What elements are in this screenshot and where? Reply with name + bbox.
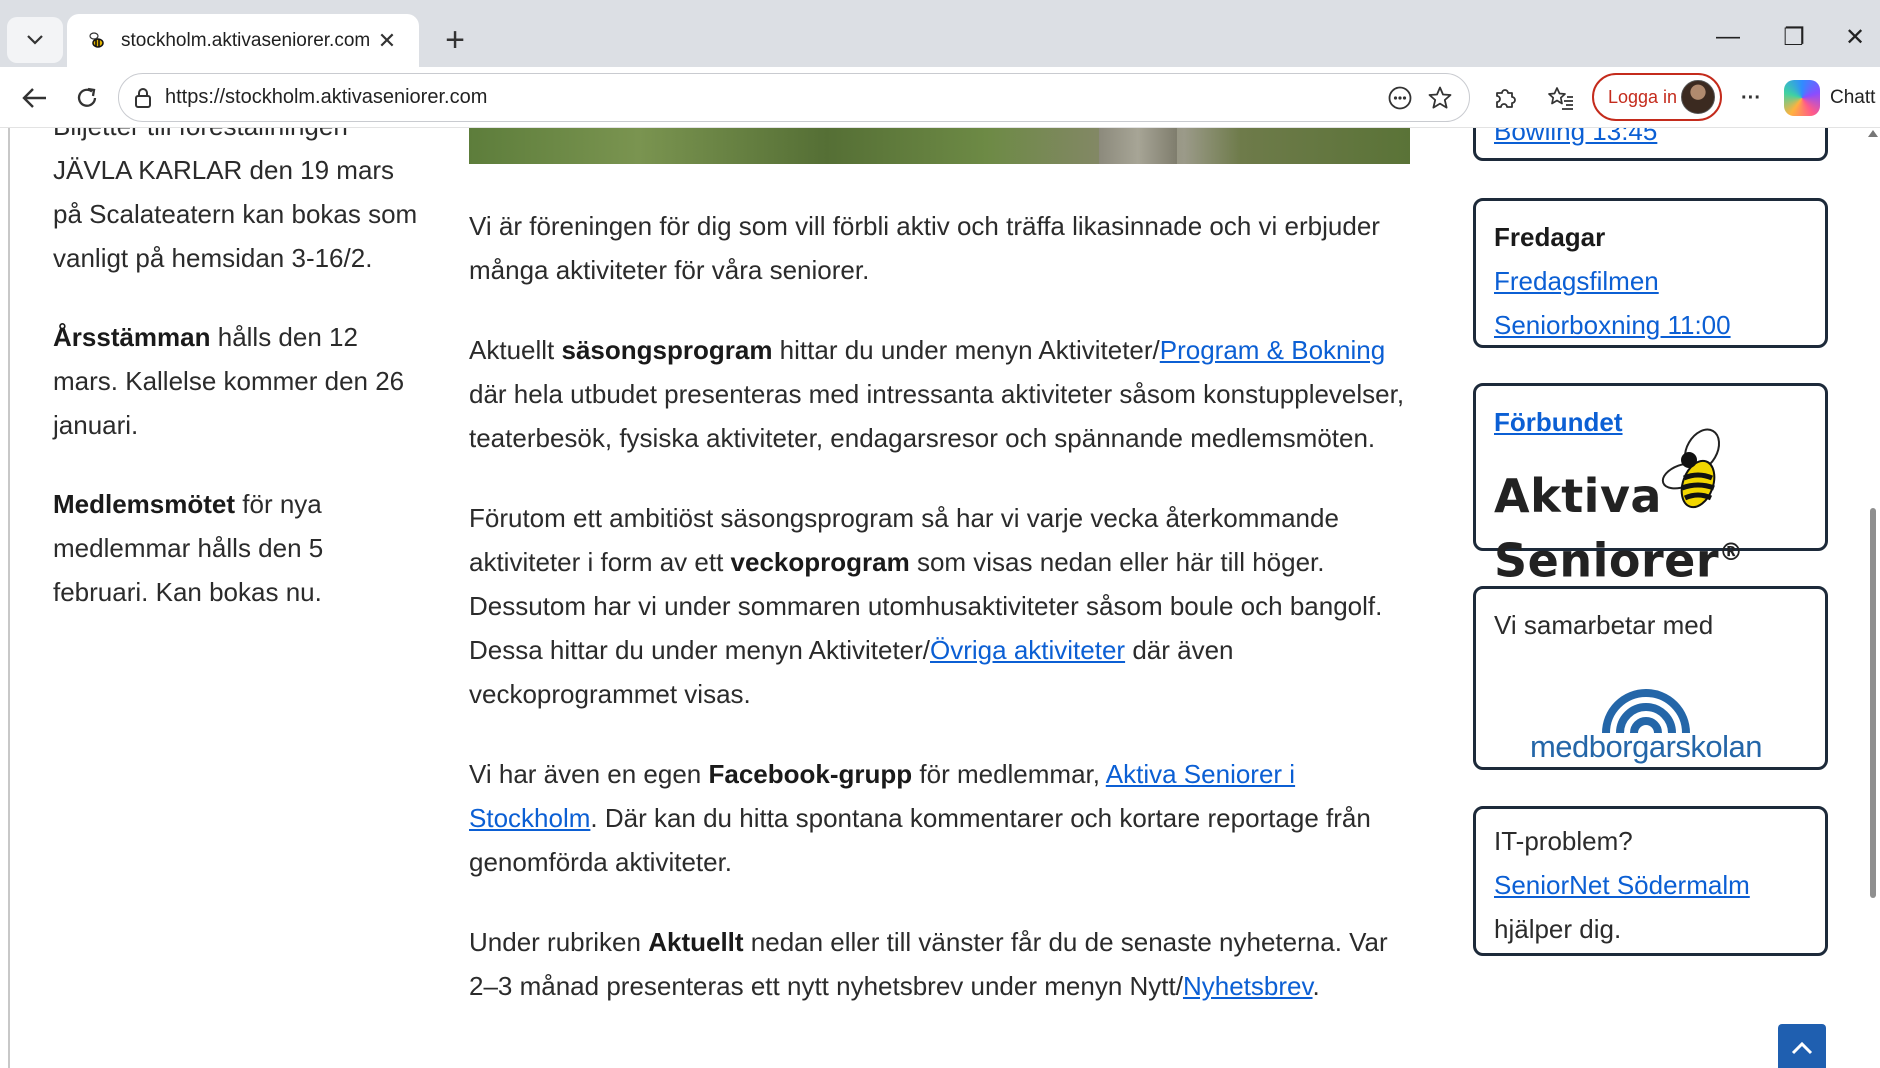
copilot-label: Chatt xyxy=(1830,87,1876,108)
weekly-program-paragraph: Förutom ett ambitiöst säsongsprogram så … xyxy=(469,503,1383,709)
medborgarskolan-arcs-icon xyxy=(1602,689,1690,734)
login-button[interactable]: Logga in xyxy=(1592,73,1722,121)
back-button[interactable] xyxy=(14,77,56,119)
news-item-annual-meeting: Årsstämman hålls den 12 mars. Kallelse k… xyxy=(53,322,405,440)
page-frame-border xyxy=(8,128,10,1068)
hero-image xyxy=(469,128,1410,164)
puzzle-icon xyxy=(1496,89,1516,108)
tab-title: stockholm.aktivaseniorer.com xyxy=(121,29,371,51)
tab-close-icon[interactable]: ✕ xyxy=(373,28,401,54)
bee-favicon-icon xyxy=(85,30,107,52)
forbundet-box: Förbundet Aktiva Seniorer® xyxy=(1473,383,1828,587)
address-bar[interactable]: https://stockholm.aktivaseniorer.com xyxy=(118,73,1470,122)
bee-logo-icon xyxy=(1661,428,1721,509)
fredagsfilmen-link[interactable]: Fredagsfilmen xyxy=(1494,266,1659,296)
fredagar-title: Fredagar xyxy=(1494,222,1606,252)
restore-button[interactable]: ❐ xyxy=(1764,14,1824,60)
page-scrollbar[interactable] xyxy=(1866,128,1880,1068)
extensions-button[interactable] xyxy=(1484,77,1526,119)
scrollbar-thumb[interactable] xyxy=(1870,508,1876,898)
favorite-star-icon[interactable] xyxy=(1421,79,1459,117)
favorites-list-icon xyxy=(1548,87,1573,110)
scroll-to-top-button[interactable] xyxy=(1778,1024,1826,1068)
browser-tab[interactable]: stockholm.aktivaseniorer.com ✕ xyxy=(67,14,419,67)
medborgarskolan-wordmark: medborgarskolan xyxy=(1529,729,1763,764)
close-window-button[interactable]: ✕ xyxy=(1830,14,1880,60)
chevron-down-icon xyxy=(27,35,43,45)
ovriga-aktiviteter-link[interactable]: Övriga aktiviteter xyxy=(930,635,1125,665)
copilot-button[interactable]: Chatt xyxy=(1784,77,1875,119)
bowling-link[interactable]: Bowling 13:45 xyxy=(1494,128,1657,146)
aktiva-logo-line1: Aktiva xyxy=(1494,469,1662,523)
program-bokning-link[interactable]: Program & Bokning xyxy=(1160,335,1385,365)
reload-button[interactable] xyxy=(66,77,108,119)
login-label: Logga in xyxy=(1608,86,1678,107)
facebook-paragraph: Vi har även en egen Facebook-grupp för m… xyxy=(469,759,1371,877)
copilot-icon xyxy=(1784,80,1820,116)
new-tab-button[interactable]: + xyxy=(432,18,478,62)
fredagar-box: Fredagar Fredagsfilmen Seniorboxning 11:… xyxy=(1473,198,1828,348)
scroll-up-arrow-icon[interactable] xyxy=(1868,130,1878,137)
it-problem-label: IT-problem? xyxy=(1494,826,1633,856)
seniorboxning-link[interactable]: Seniorboxning 11:00 xyxy=(1494,310,1731,340)
back-arrow-icon xyxy=(22,88,46,108)
chevron-up-icon xyxy=(1791,1041,1813,1055)
read-aloud-icon[interactable] xyxy=(1381,79,1419,117)
reload-icon xyxy=(77,87,97,107)
favorites-button[interactable] xyxy=(1540,77,1582,119)
forbundet-link[interactable]: Förbundet xyxy=(1494,407,1623,437)
medborgarskolan-logo[interactable]: medborgarskolan xyxy=(1506,685,1786,775)
nyhetsbrev-link[interactable]: Nyhetsbrev xyxy=(1183,971,1313,1001)
more-menu-button[interactable]: ··· xyxy=(1730,77,1772,119)
news-item-tickets: Biljetter till föreställningen JÄVLA KAR… xyxy=(53,128,418,273)
weekday-box-partial: Bowling 13:45 xyxy=(1473,128,1828,161)
samarbete-box: Vi samarbetar med medborgarskolan xyxy=(1473,586,1828,770)
news-paragraph: Under rubriken Aktuellt nedan eller till… xyxy=(469,927,1388,1001)
news-sidebar: Biljetter till föreställningen JÄVLA KAR… xyxy=(53,128,423,649)
news-item-member-meeting: Medlemsmötet för nya medlemmar hålls den… xyxy=(53,489,324,607)
intro-paragraph: Vi är föreningen för dig som vill förbli… xyxy=(469,211,1380,285)
url-text[interactable]: https://stockholm.aktivaseniorer.com xyxy=(165,86,487,109)
samarbete-label: Vi samarbetar med xyxy=(1494,610,1714,640)
page-viewport: Biljetter till föreställningen JÄVLA KAR… xyxy=(0,128,1880,1068)
browser-tabbar: stockholm.aktivaseniorer.com ✕ + — ❐ ✕ xyxy=(0,0,1880,67)
it-help-text: hjälper dig. xyxy=(1494,914,1622,944)
avatar xyxy=(1681,80,1715,114)
minimize-button[interactable]: — xyxy=(1698,14,1758,60)
seniorer-logo-line2: Seniorer® xyxy=(1494,533,1744,588)
main-content: Vi är föreningen för dig som vill förbli… xyxy=(469,204,1419,1044)
season-program-paragraph: Aktuellt säsongsprogram hittar du under … xyxy=(469,335,1405,453)
lock-icon xyxy=(133,86,153,115)
seniornet-link[interactable]: SeniorNet Södermalm xyxy=(1494,870,1750,900)
it-support-box: IT-problem? SeniorNet Södermalm hjälper … xyxy=(1473,806,1828,956)
browser-toolbar: https://stockholm.aktivaseniorer.com Log… xyxy=(0,67,1880,128)
tab-list-button[interactable] xyxy=(7,17,63,63)
